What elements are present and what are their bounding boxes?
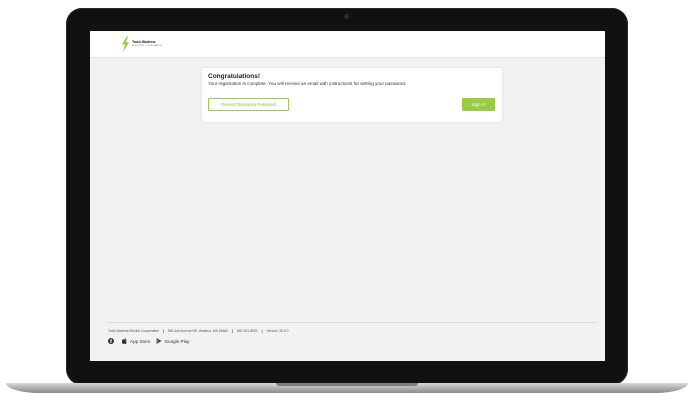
app-header: Todd-Wadena ELECTRIC COOPERATIVE <box>90 31 605 58</box>
brand-wordmark: Todd-Wadena ELECTRIC COOPERATIVE <box>132 40 164 47</box>
footer-divider <box>106 322 598 323</box>
resend-temporary-password-button[interactable]: Resend Temporary Password <box>208 98 289 111</box>
card-title: Congratulations! <box>208 73 260 80</box>
facebook-icon <box>108 338 114 344</box>
footer-app-links: App Store Google Play <box>108 338 195 344</box>
app-store-label: App Store <box>130 338 151 344</box>
webcam-icon <box>344 14 349 19</box>
browser-screen: Todd-Wadena ELECTRIC COOPERATIVE Congrat… <box>90 31 605 361</box>
footer-address: 550 Ash Avenue NE, Wadena, MN 56482 <box>167 329 229 333</box>
registration-complete-card: Congratulations! Your registration is co… <box>202 68 502 122</box>
app-store-link[interactable]: App Store <box>122 338 150 344</box>
brand-logo[interactable]: Todd-Wadena ELECTRIC COOPERATIVE <box>120 36 163 52</box>
facebook-link[interactable] <box>108 338 116 344</box>
footer-separator: | <box>261 329 263 333</box>
footer-separator: | <box>162 329 164 333</box>
footer-info: Todd-Wadena Electric Cooperative | 550 A… <box>108 329 289 333</box>
lightning-bolt-icon <box>122 36 129 52</box>
footer-company: Todd-Wadena Electric Cooperative <box>108 329 159 333</box>
footer-version: Version: 26.5.0 <box>266 329 289 333</box>
footer-phone[interactable]: 800-321-8932 <box>237 329 258 333</box>
google-play-icon <box>156 338 162 344</box>
card-message: Your registration is complete. You will … <box>208 81 407 86</box>
sign-in-button[interactable]: Sign In <box>462 98 495 111</box>
brand-subtitle: ELECTRIC COOPERATIVE <box>132 44 164 47</box>
apple-icon <box>122 338 127 344</box>
laptop-base-notch <box>276 383 418 386</box>
footer-separator: | <box>232 329 234 333</box>
google-play-link[interactable]: Google Play <box>156 338 189 344</box>
google-play-label: Google Play <box>164 338 190 344</box>
